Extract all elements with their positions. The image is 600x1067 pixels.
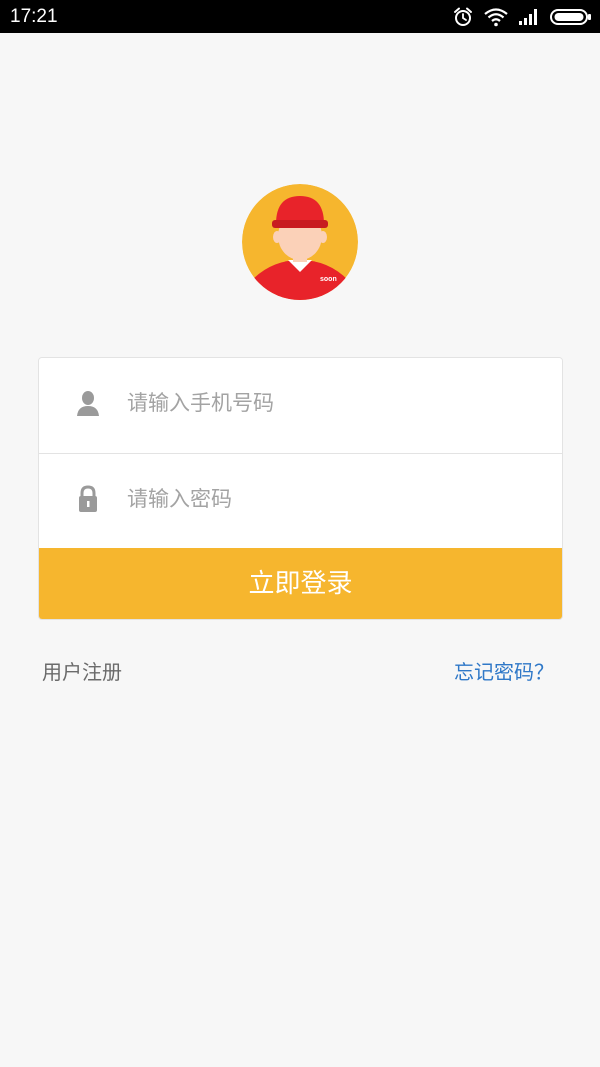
- wifi-icon: [484, 7, 508, 27]
- login-form: 立即登录: [38, 357, 563, 620]
- avatar: soon: [242, 184, 358, 300]
- status-time: 17:21: [10, 6, 58, 27]
- phone-field-row: [39, 358, 562, 454]
- lock-icon: [75, 484, 101, 514]
- status-icons: [452, 5, 592, 29]
- password-field-row: [39, 454, 562, 549]
- alarm-icon: [452, 6, 474, 28]
- phone-input[interactable]: [127, 385, 527, 421]
- status-bar: 17:21: [0, 0, 600, 33]
- battery-icon: [550, 8, 592, 26]
- user-icon: [75, 390, 101, 420]
- signal-icon: [518, 8, 540, 26]
- login-button[interactable]: 立即登录: [39, 548, 562, 619]
- register-link[interactable]: 用户注册: [42, 658, 122, 686]
- avatar-badge-text: soon: [320, 276, 337, 283]
- forgot-password-link[interactable]: 忘记密码？: [454, 658, 554, 686]
- password-input[interactable]: [127, 481, 527, 517]
